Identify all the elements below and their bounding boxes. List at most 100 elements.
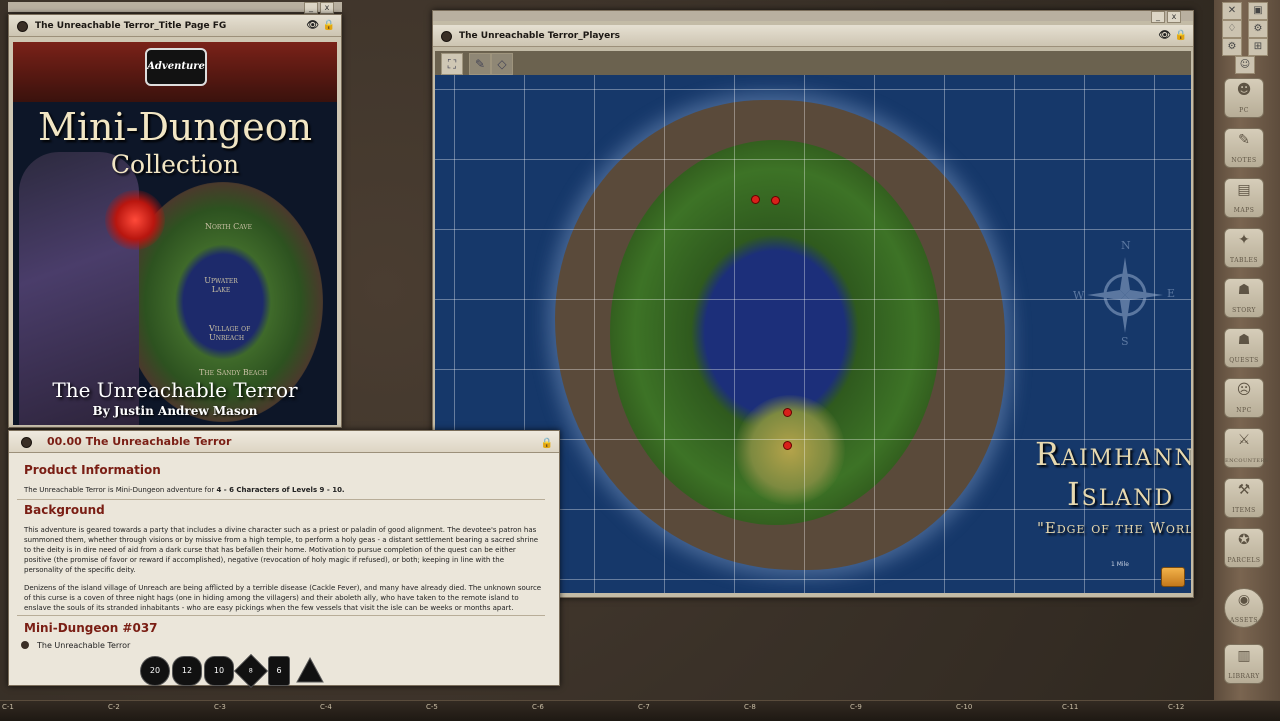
story-window-titlebar[interactable]: 00.00 The Unreachable Terror 🔒: [9, 431, 559, 453]
cover-label-village: Village of Unreach: [209, 324, 251, 342]
sidebar-label: NOTES: [1231, 157, 1257, 164]
sidebar-item-parcels[interactable]: ✪ PARCELS: [1224, 528, 1264, 568]
hotkey-bar: C-1 C-2 C-3 C-4 C-5 C-6 C-7 C-8 C-9 C-10…: [0, 700, 1280, 721]
d12-die[interactable]: 12: [172, 656, 202, 686]
cover-book-title: The Unreachable Terror: [52, 378, 298, 402]
sidebar-item-story[interactable]: ☗ STORY: [1224, 278, 1264, 318]
sidebar-item-npc[interactable]: ☹ NPC: [1224, 378, 1264, 418]
cover-label-north-cave: North Cave: [205, 222, 252, 231]
map-window-titlebar[interactable]: The Unreachable Terror_Players 👁 🔒: [433, 25, 1193, 47]
cover-magic-orb: [105, 190, 165, 250]
map-image-toggle-icon[interactable]: [1161, 567, 1185, 587]
window-share-icon[interactable]: [17, 21, 28, 32]
select-icon[interactable]: ⛶: [441, 53, 463, 75]
sidebar-label: QUESTS: [1229, 357, 1259, 364]
hotkey-slot[interactable]: C-7: [638, 703, 650, 711]
sidebar-party-icon[interactable]: ☺: [1235, 56, 1255, 74]
items-icon: ⚒: [1237, 482, 1251, 498]
map-title-line1: Raimhann: [1035, 435, 1191, 473]
adventure-logo: Adventure: [145, 48, 207, 86]
story-window[interactable]: 00.00 The Unreachable Terror 🔒 Product I…: [8, 430, 560, 686]
map-close-button[interactable]: x: [1167, 11, 1181, 23]
hotkey-slot[interactable]: C-11: [1062, 703, 1078, 711]
map-pin[interactable]: [751, 195, 760, 204]
hotkey-slot[interactable]: C-8: [744, 703, 756, 711]
sidebar-label: LIBRARY: [1228, 673, 1260, 680]
tables-icon: ✦: [1238, 232, 1250, 248]
sidebar-item-encounters[interactable]: ⚔ ENCOUNTERS: [1224, 428, 1268, 468]
sidebar-item-maps[interactable]: ▤ MAPS: [1224, 178, 1264, 218]
map-window-title: The Unreachable Terror_Players: [459, 31, 620, 41]
compass-w: W: [1073, 289, 1085, 302]
heading-mini-dungeon: Mini-Dungeon #037: [24, 621, 158, 635]
sidebar-modifiers-icon[interactable]: ⚙: [1248, 20, 1268, 38]
product-info-text: The Unreachable Terror is Mini-Dungeon a…: [24, 485, 544, 495]
story-lock-icon[interactable]: 🔒: [541, 433, 553, 455]
d8-label: 8: [248, 667, 254, 675]
cover-subheading: Collection: [110, 150, 240, 179]
story-link-unreachable-terror[interactable]: The Unreachable Terror: [21, 641, 130, 650]
sidebar-tokens-icon[interactable]: ▣: [1248, 2, 1268, 20]
story-window-title: 00.00 The Unreachable Terror: [47, 435, 232, 448]
sidebar-item-notes[interactable]: ✎ NOTES: [1224, 128, 1264, 168]
close-button[interactable]: x: [320, 2, 334, 14]
hotkey-slot[interactable]: C-10: [956, 703, 972, 711]
sidebar-item-tables[interactable]: ✦ TABLES: [1224, 228, 1264, 268]
d10-die[interactable]: 10: [204, 656, 234, 686]
sidebar-item-quests[interactable]: ☗ QUESTS: [1224, 328, 1264, 368]
story-body: Product Information The Unreachable Terr…: [17, 455, 545, 681]
sidebar-lighting-icon[interactable]: ♢: [1222, 20, 1242, 38]
map-lock-icon[interactable]: 👁 🔒: [1158, 25, 1187, 47]
sidebar-item-pc[interactable]: ☻ PC: [1224, 78, 1264, 118]
cover-window[interactable]: The Unreachable Terror_Title Page FG 👁 🔒…: [8, 14, 342, 428]
background-paragraph-2: Denizens of the island village of Unreac…: [24, 584, 542, 612]
map-window-topstrip: _ x: [433, 11, 1193, 23]
divider: [17, 615, 545, 616]
sidebar-label: PARCELS: [1227, 557, 1261, 564]
hotkey-slot[interactable]: C-12: [1168, 703, 1184, 711]
sidebar-label: NPC: [1236, 407, 1252, 414]
map-toolbar: ⛶ ✎ ◇: [435, 51, 1191, 75]
hotkey-slot[interactable]: C-6: [532, 703, 544, 711]
d4-die[interactable]: [296, 656, 324, 684]
map-subtitle: "Edge of the World": [1037, 519, 1191, 537]
map-minimize-button[interactable]: _: [1151, 11, 1165, 23]
hotkey-slot[interactable]: C-9: [850, 703, 862, 711]
pencil-icon[interactable]: ✎: [469, 53, 491, 75]
sidebar-item-items[interactable]: ⚒ ITEMS: [1224, 478, 1264, 518]
d6-die[interactable]: 6: [268, 656, 290, 686]
sidebar-grid-icon[interactable]: ⊞: [1248, 38, 1268, 56]
compass-n: N: [1121, 239, 1131, 252]
story-share-icon[interactable]: [21, 437, 32, 448]
minimize-button[interactable]: _: [304, 2, 318, 14]
sidebar-settings-icon[interactable]: ⚙: [1222, 38, 1242, 56]
map-title-line2: Island: [1067, 475, 1175, 513]
map-pin[interactable]: [783, 441, 792, 450]
compass-e: E: [1167, 287, 1176, 300]
map-pin[interactable]: [771, 196, 780, 205]
cover-window-titlebar[interactable]: The Unreachable Terror_Title Page FG 👁 🔒: [9, 15, 341, 37]
right-sidebar: ✕ ▣ ♢ ⚙ ⚙ ⊞ ☺ ☻ PC ✎ NOTES ▤ MAPS ✦ TABLES ☗…: [1214, 0, 1280, 700]
sidebar-item-library[interactable]: ▥ LIBRARY: [1224, 644, 1264, 684]
encounters-icon: ⚔: [1237, 432, 1251, 448]
sidebar-item-assets[interactable]: ◉ ASSETS: [1224, 588, 1264, 628]
sidebar-options-icon[interactable]: ✕: [1222, 2, 1242, 20]
map-scale: 1 Mile: [1111, 561, 1129, 568]
cover-label-beach: The Sandy Beach: [199, 368, 268, 377]
map-pin[interactable]: [783, 408, 792, 417]
hotkey-slot[interactable]: C-3: [214, 703, 226, 711]
eraser-icon[interactable]: ◇: [491, 53, 513, 75]
map-share-icon[interactable]: [441, 31, 452, 42]
product-info-levels: 4 - 6 Characters of Levels 9 - 10.: [216, 486, 345, 494]
hotkey-slot[interactable]: C-5: [426, 703, 438, 711]
lock-icon[interactable]: 👁 🔒: [306, 15, 335, 37]
hotkey-slot[interactable]: C-2: [108, 703, 120, 711]
compass-rose-icon: N E S W: [1073, 239, 1175, 348]
sidebar-label: STORY: [1232, 307, 1256, 314]
cover-image: Adventure Mini-Dungeon Collection North …: [13, 42, 337, 425]
background-paragraph-1: This adventure is geared towards a party…: [24, 526, 539, 574]
d20-die[interactable]: 20: [140, 656, 170, 686]
hotkey-slot[interactable]: C-1: [2, 703, 14, 711]
compass-s: S: [1121, 335, 1129, 348]
hotkey-slot[interactable]: C-4: [320, 703, 332, 711]
